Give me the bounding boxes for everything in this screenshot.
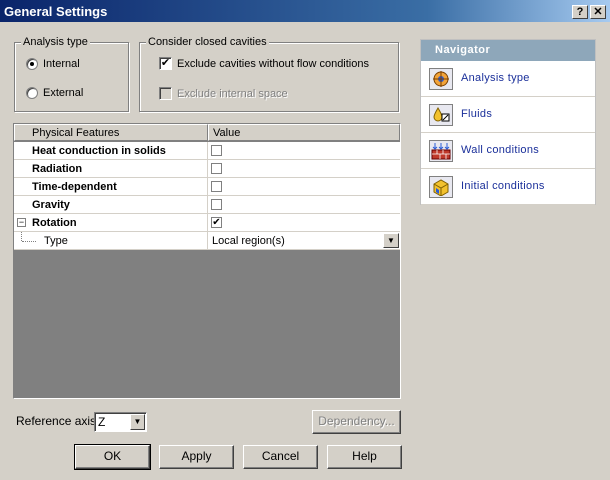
apply-button[interactable]: Apply bbox=[159, 445, 234, 469]
chevron-down-icon[interactable]: ▼ bbox=[130, 414, 145, 430]
analysis-type-legend: Analysis type bbox=[21, 36, 90, 48]
row-label: Time-dependent bbox=[32, 181, 117, 193]
cancel-button[interactable]: Cancel bbox=[243, 445, 318, 469]
grid-row-time-dependent[interactable]: Time-dependent bbox=[14, 178, 400, 196]
help-button[interactable]: Help bbox=[327, 445, 402, 469]
chevron-down-icon[interactable]: ▼ bbox=[383, 233, 399, 248]
grid-row-gravity[interactable]: Gravity bbox=[14, 196, 400, 214]
wall-conditions-icon bbox=[429, 140, 453, 162]
navigator-title: Navigator bbox=[421, 40, 595, 61]
row-label: Gravity bbox=[32, 199, 70, 211]
window-title: General Settings bbox=[4, 4, 108, 19]
closed-cavities-group: Consider closed cavities ✔ Exclude cavit… bbox=[139, 36, 399, 112]
reference-axis-value: Z bbox=[98, 415, 106, 429]
close-button[interactable]: ✕ bbox=[590, 5, 606, 19]
grid-row-heat-conduction[interactable]: Heat conduction in solids bbox=[14, 142, 400, 160]
row-label: Rotation bbox=[32, 217, 77, 229]
exclude-no-flow-checkbox[interactable]: ✔ bbox=[159, 57, 172, 70]
grid-row-radiation[interactable]: Radiation bbox=[14, 160, 400, 178]
row-label: Radiation bbox=[32, 163, 83, 175]
nav-item-initial-conditions[interactable]: Initial conditions bbox=[421, 169, 595, 205]
nav-label: Analysis type bbox=[461, 72, 530, 84]
physical-features-grid: Physical Features Value Heat conduction … bbox=[13, 123, 401, 399]
column-value[interactable]: Value bbox=[208, 124, 400, 141]
help-title-button[interactable]: ? bbox=[572, 5, 588, 19]
grid-header: Physical Features Value bbox=[14, 124, 400, 141]
nav-item-fluids[interactable]: Fluids bbox=[421, 97, 595, 133]
dependency-button[interactable]: Dependency... bbox=[312, 410, 401, 434]
rotation-checkbox[interactable]: ✔ bbox=[211, 217, 222, 228]
analysis-type-group: Analysis type Internal External bbox=[14, 36, 129, 112]
fluids-icon bbox=[429, 104, 453, 126]
tree-line bbox=[21, 232, 22, 241]
type-value[interactable]: Local region(s) bbox=[212, 235, 285, 247]
time-dependent-checkbox[interactable] bbox=[211, 181, 222, 192]
collapse-icon[interactable]: − bbox=[17, 218, 26, 227]
closed-cavities-legend: Consider closed cavities bbox=[146, 36, 269, 48]
row-label: Heat conduction in solids bbox=[32, 145, 166, 157]
nav-label: Initial conditions bbox=[461, 180, 545, 192]
nav-item-wall-conditions[interactable]: Wall conditions bbox=[421, 133, 595, 169]
analysis-type-icon bbox=[429, 68, 453, 90]
heat-conduction-checkbox[interactable] bbox=[211, 145, 222, 156]
nav-item-analysis-type[interactable]: Analysis type bbox=[421, 61, 595, 97]
type-label: Type bbox=[44, 235, 68, 247]
grid-row-type[interactable]: Type Local region(s) ▼ bbox=[14, 232, 400, 250]
internal-label[interactable]: Internal bbox=[43, 58, 80, 70]
column-physical-features[interactable]: Physical Features bbox=[14, 124, 208, 141]
reference-axis-label: Reference axis: bbox=[16, 414, 100, 428]
reference-axis-select[interactable]: Z ▼ bbox=[94, 412, 147, 432]
exclude-no-flow-label[interactable]: Exclude cavities without flow conditions bbox=[177, 58, 369, 70]
exclude-internal-label[interactable]: Exclude internal space bbox=[177, 88, 288, 100]
nav-label: Fluids bbox=[461, 108, 493, 120]
title-bar: General Settings ? ✕ bbox=[0, 0, 610, 22]
internal-radio[interactable] bbox=[26, 58, 38, 70]
radiation-checkbox[interactable] bbox=[211, 163, 222, 174]
navigator-panel: Navigator Analysis type Fluids Wall cond… bbox=[420, 39, 596, 205]
tree-line bbox=[22, 241, 36, 242]
grid-row-rotation[interactable]: − Rotation ✔ bbox=[14, 214, 400, 232]
nav-label: Wall conditions bbox=[461, 144, 540, 156]
exclude-internal-checkbox[interactable] bbox=[159, 87, 172, 100]
external-radio[interactable] bbox=[26, 87, 38, 99]
initial-conditions-icon bbox=[429, 176, 453, 198]
external-label[interactable]: External bbox=[43, 87, 83, 99]
gravity-checkbox[interactable] bbox=[211, 199, 222, 210]
ok-button[interactable]: OK bbox=[74, 444, 151, 470]
